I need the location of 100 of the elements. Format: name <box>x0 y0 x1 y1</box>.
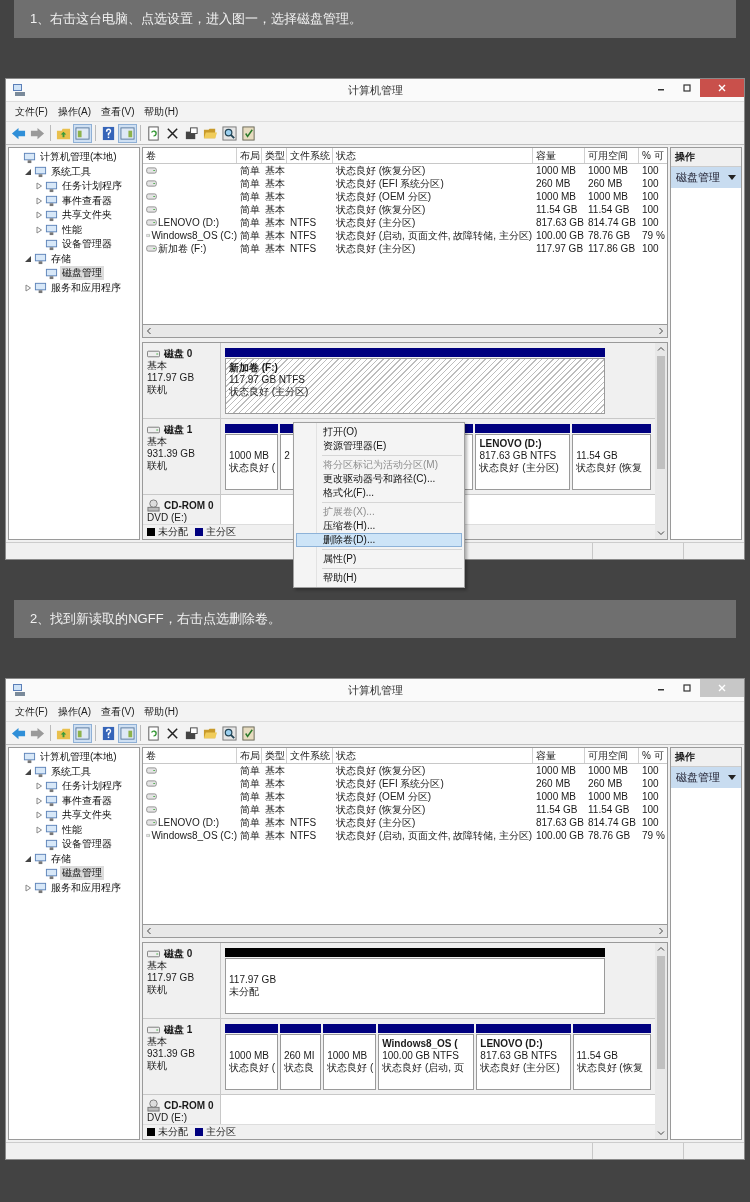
checklist-icon[interactable] <box>240 124 257 142</box>
menu-item[interactable]: 帮助(H) <box>139 104 184 119</box>
tree-pane-icon[interactable] <box>74 724 91 742</box>
tree-item[interactable]: 事件查看器 <box>60 193 114 208</box>
column-header[interactable]: 布局 <box>237 748 262 763</box>
column-header[interactable]: % 可 <box>639 148 667 163</box>
horizontal-scrollbar[interactable] <box>142 924 668 938</box>
tree-item[interactable]: 存储 <box>49 251 73 266</box>
column-header[interactable]: 容量 <box>533 148 585 163</box>
partition-block[interactable]: 260 MI 状态良 <box>280 1034 322 1090</box>
partition-block[interactable]: 1000 MB 状态良好 ( <box>225 1034 278 1090</box>
tree-item[interactable]: 设备管理器 <box>60 837 114 852</box>
column-header[interactable]: 文件系统 <box>287 748 333 763</box>
disk-label-panel[interactable]: 磁盘 1 基本 931.39 GB 联机 <box>143 1019 221 1094</box>
expand-arrow-icon[interactable] <box>24 854 32 863</box>
disk-label-panel[interactable]: CD-ROM 0 DVD (E:) <box>143 495 221 524</box>
menu-item[interactable]: 属性(P) <box>296 552 462 566</box>
partition-block[interactable]: 117.97 GB 未分配 <box>225 958 605 1014</box>
vertical-scrollbar[interactable] <box>655 943 667 1139</box>
column-header[interactable]: 可用空间 <box>585 748 639 763</box>
search-icon[interactable] <box>221 724 238 742</box>
tree-item[interactable]: 计算机管理(本地) <box>38 150 119 165</box>
tree-item[interactable]: 服务和应用程序 <box>49 880 123 895</box>
column-header[interactable]: 文件系统 <box>287 148 333 163</box>
menu-item[interactable]: 删除卷(D)... <box>296 533 462 547</box>
tree-item[interactable]: 任务计划程序 <box>60 779 124 794</box>
column-header[interactable]: 类型 <box>262 748 287 763</box>
action-item[interactable]: 磁盘管理 <box>671 767 741 788</box>
tree-item[interactable]: 磁盘管理 <box>60 266 104 281</box>
expand-arrow-icon[interactable] <box>24 254 32 263</box>
tree-item[interactable]: 事件查看器 <box>60 793 114 808</box>
menu-item[interactable]: 格式化(F)... <box>296 486 462 500</box>
partition-block[interactable]: Windows8_OS ( 100.00 GB NTFS 状态良好 (启动, 页 <box>378 1034 475 1090</box>
expand-arrow-icon[interactable] <box>24 767 32 776</box>
tree-item[interactable]: 系统工具 <box>49 164 93 179</box>
scroll-down-icon[interactable] <box>657 1129 665 1137</box>
partition-block[interactable]: 1000 MB 状态良好 ( <box>323 1034 377 1090</box>
column-header[interactable]: 容量 <box>533 748 585 763</box>
tree-item[interactable]: 服务和应用程序 <box>49 280 123 295</box>
column-header[interactable]: 状态 <box>333 748 533 763</box>
expand-arrow-icon[interactable] <box>24 167 32 176</box>
column-header[interactable]: 卷 <box>143 148 237 163</box>
tree-item[interactable]: 性能 <box>60 822 84 837</box>
column-header[interactable]: 可用空间 <box>585 148 639 163</box>
drive-icon <box>146 219 157 226</box>
disk-label-panel[interactable]: 磁盘 0 基本 117.97 GB 联机 <box>143 943 221 1018</box>
menu-item[interactable]: 帮助(H) <box>139 704 184 719</box>
menu-item[interactable]: 操作(A) <box>52 104 97 119</box>
menu-item[interactable]: 查看(V) <box>96 704 140 719</box>
action-item[interactable]: 磁盘管理 <box>671 167 741 188</box>
tree-item[interactable]: 性能 <box>60 222 84 237</box>
menu-item[interactable]: 打开(O) <box>296 425 462 439</box>
column-header[interactable]: 类型 <box>262 148 287 163</box>
scroll-right-icon[interactable] <box>657 927 665 935</box>
tree-item[interactable]: 共享文件夹 <box>60 808 114 823</box>
partition-block[interactable]: 11.54 GB 状态良好 (恢复 <box>572 1034 651 1090</box>
properties-icon[interactable] <box>183 124 200 142</box>
menu-item[interactable]: 压缩卷(H)... <box>296 519 462 533</box>
disk-label-panel[interactable]: 磁盘 0 基本 117.97 GB 联机 <box>143 343 221 418</box>
partition-block[interactable]: 1000 MB 状态良好 ( <box>225 434 279 490</box>
properties-icon[interactable] <box>183 724 200 742</box>
tree-item[interactable]: 计算机管理(本地) <box>38 750 119 765</box>
scroll-left-icon[interactable] <box>145 927 153 935</box>
disk-label-panel[interactable]: 磁盘 1 基本 931.39 GB 联机 <box>143 419 221 494</box>
column-header[interactable]: 卷 <box>143 748 237 763</box>
tree-pane-icon[interactable] <box>74 124 91 142</box>
column-header[interactable]: 状态 <box>333 148 533 163</box>
menu-item[interactable]: 文件(F) <box>10 704 53 719</box>
menu-item[interactable]: 资源管理器(E) <box>296 439 462 453</box>
help-icon[interactable] <box>100 124 117 142</box>
vertical-scrollbar[interactable] <box>655 343 667 539</box>
disk-label-panel[interactable]: CD-ROM 0 DVD (E:) <box>143 1095 221 1124</box>
menu-item[interactable]: 操作(A) <box>52 704 97 719</box>
scroll-right-icon[interactable] <box>657 327 665 335</box>
tree-item[interactable]: 共享文件夹 <box>60 208 114 223</box>
partition-block[interactable]: LENOVO (D:) 817.63 GB NTFS 状态良好 (主分区) <box>476 1034 571 1090</box>
scroll-left-icon[interactable] <box>145 327 153 335</box>
column-header[interactable]: % 可 <box>639 748 667 763</box>
scroll-up-icon[interactable] <box>657 945 665 953</box>
checklist-icon[interactable] <box>240 724 257 742</box>
column-header[interactable]: 布局 <box>237 148 262 163</box>
horizontal-scrollbar[interactable] <box>142 324 668 338</box>
menu-item[interactable]: 帮助(H) <box>296 571 462 585</box>
close-button[interactable] <box>700 79 744 97</box>
tree-item[interactable]: 系统工具 <box>49 764 93 779</box>
tree-item[interactable]: 任务计划程序 <box>60 179 124 194</box>
partition-block[interactable]: LENOVO (D:) 817.63 GB NTFS 状态良好 (主分区) <box>475 434 571 490</box>
help-icon[interactable] <box>100 724 117 742</box>
table-cell: 100 <box>642 204 659 215</box>
menu-item[interactable]: 查看(V) <box>96 104 140 119</box>
scroll-up-icon[interactable] <box>657 345 665 353</box>
menu-item[interactable]: 更改驱动器号和路径(C)... <box>296 472 462 486</box>
menu-item[interactable]: 文件(F) <box>10 104 53 119</box>
partition-block[interactable]: 11.54 GB 状态良好 (恢复 <box>572 434 651 490</box>
tree-item[interactable]: 存储 <box>49 851 73 866</box>
scroll-down-icon[interactable] <box>657 529 665 537</box>
tree-item[interactable]: 磁盘管理 <box>60 866 104 881</box>
search-icon[interactable] <box>221 124 238 142</box>
partition-block[interactable]: 新加卷 (F:) 117.97 GB NTFS 状态良好 (主分区) <box>225 358 605 414</box>
tree-item[interactable]: 设备管理器 <box>60 237 114 252</box>
